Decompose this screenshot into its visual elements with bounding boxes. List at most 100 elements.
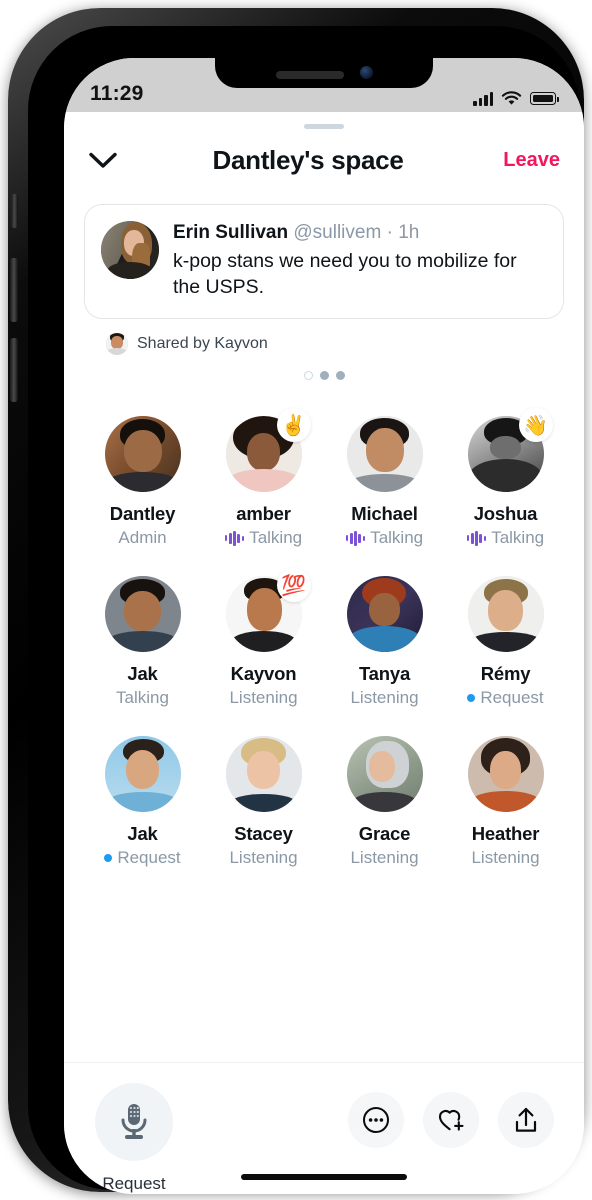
avatar	[104, 576, 181, 652]
participant-michael[interactable]: Michael Talking	[324, 416, 445, 548]
add-reaction-button[interactable]	[423, 1092, 479, 1148]
tweet-meta: Erin Sullivan @sullivem · 1h	[173, 221, 547, 245]
avatar	[106, 333, 128, 355]
participant-name: Rémy	[480, 663, 531, 684]
participant-status: Listening	[471, 848, 539, 868]
participant-status: Request	[467, 688, 544, 708]
volume-down-button[interactable]	[10, 338, 18, 402]
request-label: Request	[102, 1174, 166, 1193]
participants-row: Jak Talking 💯 Kayvon Listening Tanya Lis…	[82, 568, 566, 708]
waveform-icon	[224, 530, 245, 546]
participant-name: Joshua	[473, 503, 538, 524]
avatar	[346, 576, 423, 652]
front-camera-icon	[359, 66, 373, 79]
participant-status: Talking	[224, 528, 303, 548]
participant-status: Talking	[466, 528, 545, 548]
space-sheet: Dantley's space Leave Erin Sullivan @sul…	[64, 112, 584, 1194]
participant-status-label: Talking	[249, 528, 303, 547]
participant-name: Dantley	[109, 503, 176, 524]
tweet-body-text: k-pop stans we need you to mobilize for …	[173, 249, 517, 298]
shared-by-label: Shared by Kayvon	[137, 335, 268, 352]
tweet-author-handle: @sullivem	[293, 222, 382, 243]
participant-name: Jak	[127, 823, 158, 844]
space-header: Dantley's space Leave	[64, 129, 584, 182]
participant-tanya[interactable]: Tanya Listening	[324, 576, 445, 708]
participants-row: Jak Request Stacey Listening Grace Liste…	[82, 736, 566, 868]
battery-full-icon	[530, 92, 559, 105]
avatar	[101, 221, 159, 279]
request-to-speak-button[interactable]: Request	[94, 1083, 174, 1194]
home-indicator[interactable]	[241, 1174, 407, 1180]
leave-button[interactable]: Leave	[482, 149, 560, 172]
participant-jak-1[interactable]: Jak Talking	[82, 576, 203, 708]
participant-status: Listening	[350, 688, 418, 708]
shared-tweet-section: Erin Sullivan @sullivem · 1h k-pop stans…	[64, 182, 584, 380]
participant-name: Tanya	[358, 663, 411, 684]
participant-status-label: Talking	[491, 528, 545, 547]
pager-dot-active[interactable]	[303, 371, 313, 380]
more-options-button[interactable]	[348, 1092, 404, 1148]
status-indicators	[473, 91, 559, 106]
participant-status-label: Request	[117, 848, 181, 867]
participant-status-label: Listening	[229, 688, 298, 707]
shared-by-row: Shared by Kayvon	[84, 319, 564, 355]
blue-dot-icon	[467, 694, 476, 702]
pager-dot[interactable]	[335, 371, 345, 380]
participant-joshua[interactable]: 👋 Joshua Talking	[445, 408, 566, 548]
waveform-icon	[345, 530, 366, 546]
participant-amber[interactable]: ✌️ amber Talking	[203, 408, 324, 548]
participants-grid: Dantley Admin ✌️ amber Talking Michael T…	[64, 380, 584, 1062]
participant-status: Admin	[118, 528, 166, 548]
avatar	[104, 736, 181, 812]
reaction-emoji-badge: 👋	[518, 408, 553, 442]
earpiece-speaker-icon	[275, 71, 344, 79]
participants-row: Dantley Admin ✌️ amber Talking Michael T…	[82, 408, 566, 548]
reaction-emoji-badge: ✌️	[276, 408, 311, 442]
waveform-icon	[466, 530, 487, 546]
action-buttons	[348, 1083, 554, 1148]
collapse-button[interactable]	[88, 151, 134, 170]
status-time: 11:29	[90, 82, 144, 105]
participant-jak-2[interactable]: Jak Request	[82, 736, 203, 868]
avatar	[346, 416, 423, 492]
participant-status-label: Admin	[118, 528, 167, 547]
participant-status: Talking	[345, 528, 424, 548]
participant-name: amber	[236, 503, 291, 524]
participant-remy[interactable]: Rémy Request	[445, 576, 566, 708]
avatar	[225, 736, 302, 812]
participant-name: Jak	[127, 663, 158, 684]
signal-bars-icon	[473, 91, 493, 106]
participant-dantley[interactable]: Dantley Admin	[82, 416, 203, 548]
page-title: Dantley's space	[212, 145, 404, 175]
participant-status-label: Listening	[350, 688, 419, 707]
participant-status-label: Talking	[370, 528, 424, 547]
participant-grace[interactable]: Grace Listening	[324, 736, 445, 868]
participant-name: Michael	[351, 503, 418, 524]
phone-frame: 11:29 Dantley's space Leave Erin Sulliva…	[8, 8, 584, 1194]
tweet-author-name: Erin Sullivan	[173, 222, 289, 243]
participant-heather[interactable]: Heather Listening	[445, 736, 566, 868]
share-button[interactable]	[498, 1092, 554, 1148]
participant-status-label: Listening	[229, 848, 298, 867]
participant-name: Stacey	[234, 823, 293, 844]
phone-screen: 11:29 Dantley's space Leave Erin Sulliva…	[64, 58, 584, 1194]
participant-status-label: Listening	[350, 848, 419, 867]
participant-status: Listening	[350, 848, 418, 868]
participant-status-label: Talking	[116, 688, 169, 707]
tweet-timestamp: 1h	[398, 222, 420, 243]
participant-stacey[interactable]: Stacey Listening	[203, 736, 324, 868]
phone-bezel: 11:29 Dantley's space Leave Erin Sulliva…	[28, 26, 584, 1194]
pager-dots[interactable]	[84, 355, 564, 380]
participant-name: Kayvon	[230, 663, 297, 684]
shared-tweet-card[interactable]: Erin Sullivan @sullivem · 1h k-pop stans…	[84, 204, 564, 319]
volume-up-button[interactable]	[10, 258, 18, 322]
notch	[215, 58, 433, 88]
avatar	[104, 416, 181, 492]
pager-dot[interactable]	[319, 371, 329, 380]
participant-kayvon[interactable]: 💯 Kayvon Listening	[203, 568, 324, 708]
mute-switch[interactable]	[11, 194, 18, 228]
avatar	[467, 576, 544, 652]
blue-dot-icon	[104, 854, 113, 862]
avatar	[467, 736, 544, 812]
screenshot-root: 11:29 Dantley's space Leave Erin Sulliva…	[0, 0, 592, 1200]
